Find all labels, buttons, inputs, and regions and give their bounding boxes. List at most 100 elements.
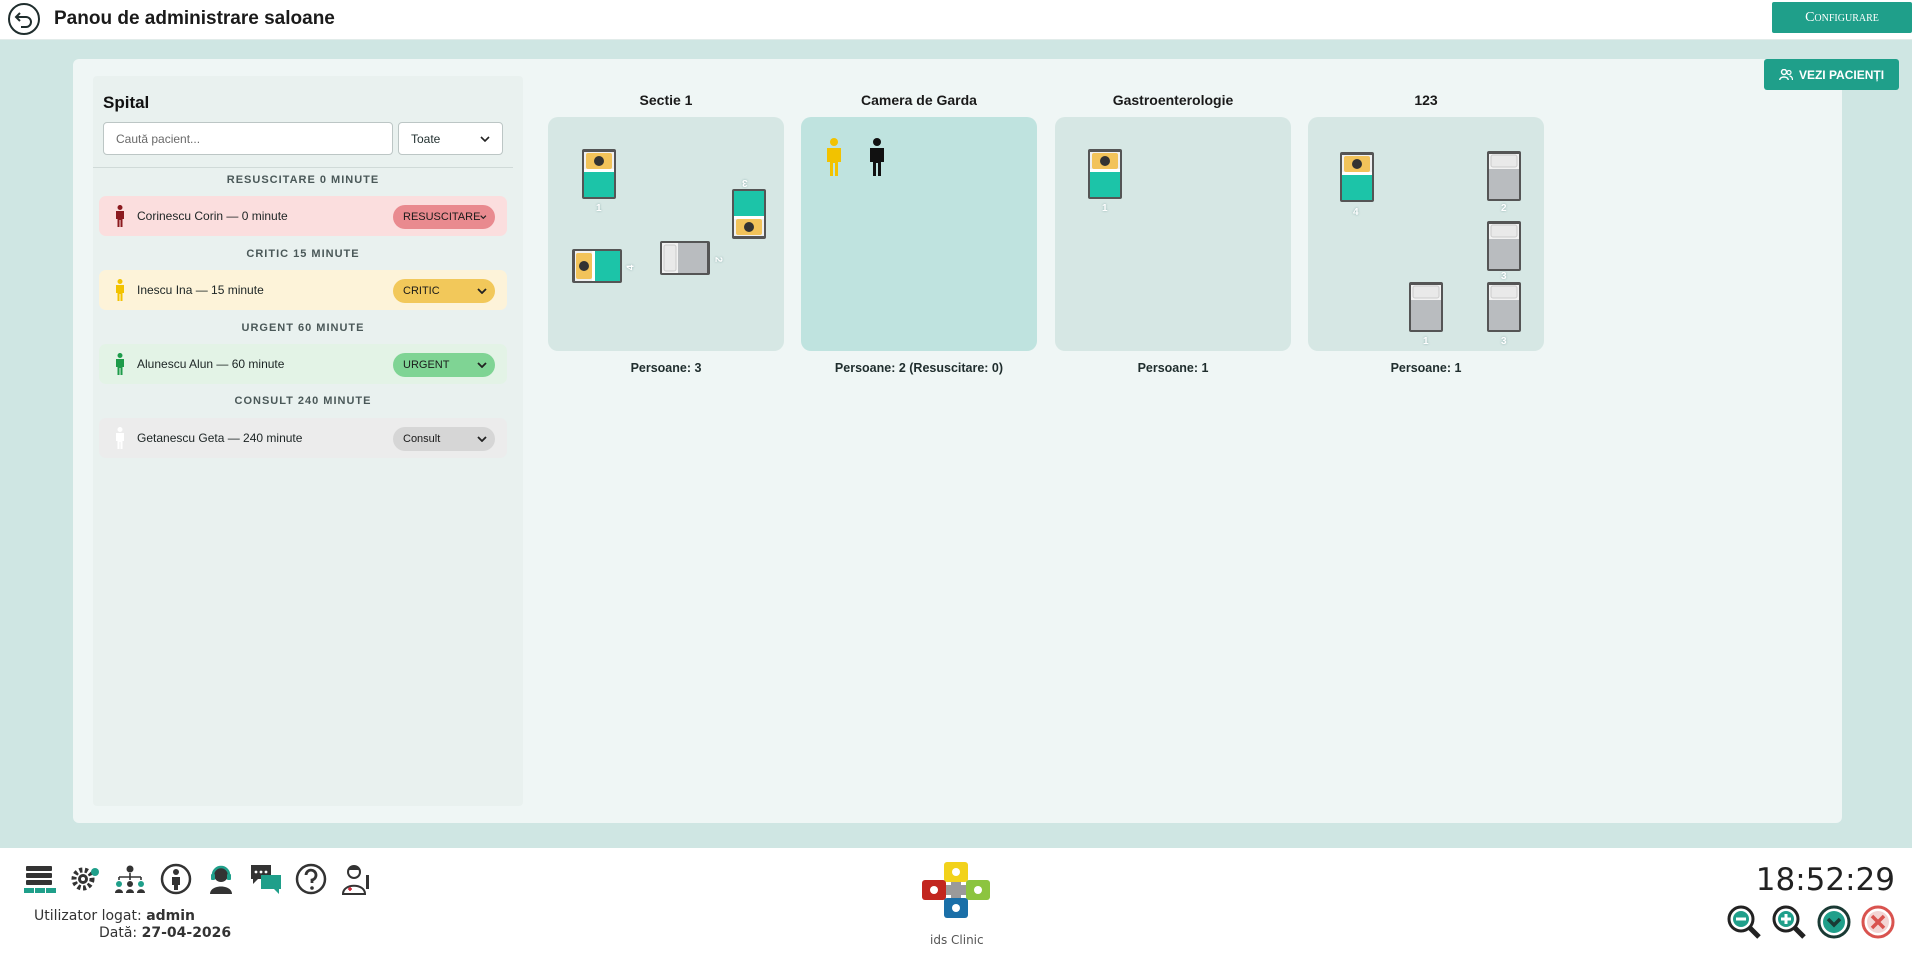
chevron-down-icon xyxy=(477,288,487,294)
zoom-out-button[interactable] xyxy=(1726,904,1762,940)
user-label: Utilizator logat: xyxy=(34,908,142,924)
room-camera-de-garda[interactable] xyxy=(801,117,1037,351)
bed-number: 4 xyxy=(1353,207,1359,218)
priority-group-header: CONSULT 240 MINUTE xyxy=(234,395,372,407)
bed-occupied-icon[interactable] xyxy=(732,189,766,239)
chevron-down-icon xyxy=(477,436,487,442)
view-patients-button[interactable]: VEZI PACIENȚI xyxy=(1764,59,1899,90)
bed-empty-icon[interactable] xyxy=(1487,221,1521,271)
close-icon xyxy=(1861,905,1895,939)
status-select[interactable]: CRITIC xyxy=(393,279,495,303)
back-button[interactable] xyxy=(8,3,40,35)
room-123[interactable]: 4 2 3 1 3 xyxy=(1308,117,1544,351)
bed-empty-icon[interactable] xyxy=(1409,282,1443,332)
priority-filter-select[interactable]: Toate xyxy=(398,122,503,155)
bed-number: 2 xyxy=(712,256,724,263)
current-date: Dată: 27-04-2026 xyxy=(99,925,231,941)
zoom-in-icon xyxy=(1772,905,1806,939)
status-value: RESUSCITARE xyxy=(403,211,481,223)
bed-occupied-icon[interactable] xyxy=(1340,152,1374,202)
bed-number: 2 xyxy=(1501,203,1507,214)
patient-row[interactable]: Alunescu Alun — 60 minute URGENT xyxy=(99,344,507,384)
priority-group-header: CRITIC 15 MINUTE xyxy=(246,248,360,260)
room-count-camera-de-garda: Persoane: 2 (Resuscitare: 0) xyxy=(834,361,1004,375)
patient-row[interactable]: Corinescu Corin — 0 minute RESUSCITARE xyxy=(99,196,507,236)
date-label: Dată: xyxy=(99,925,138,941)
configure-button[interactable]: Configurare xyxy=(1772,2,1912,33)
status-select[interactable]: URGENT xyxy=(393,353,495,377)
status-select[interactable]: Consult xyxy=(393,427,495,451)
date-value: 27-04-2026 xyxy=(141,925,232,941)
room-count-sectie-1: Persoane: 3 xyxy=(630,361,702,375)
chevron-down-icon xyxy=(480,135,490,142)
bed-number: 3 xyxy=(742,177,748,188)
back-arrow-icon xyxy=(14,12,32,28)
patient-name: Alunescu Alun — 60 minute xyxy=(137,357,285,371)
bed-number: 1 xyxy=(1102,203,1108,214)
patient-search-input[interactable] xyxy=(103,122,393,155)
ids-clinic-logo xyxy=(922,862,990,918)
doctor-icon[interactable] xyxy=(338,861,374,897)
bed-occupied-icon[interactable] xyxy=(582,149,616,199)
bed-empty-icon[interactable] xyxy=(660,241,710,275)
sidebar-divider xyxy=(93,167,513,168)
bed-number: 4 xyxy=(625,264,637,271)
zoom-in-button[interactable] xyxy=(1771,904,1807,940)
logged-user: Utilizator logat: admin xyxy=(34,908,195,924)
chevron-down-icon xyxy=(477,362,487,368)
room-count-gastroenterologie: Persoane: 1 xyxy=(1137,361,1209,375)
bed-occupied-icon[interactable] xyxy=(1088,149,1122,199)
bed-number: 1 xyxy=(596,203,602,214)
room-title-camera-de-garda: Camera de Garda xyxy=(861,92,977,108)
page-title: Panou de administrare saloane xyxy=(54,8,335,29)
person-black-icon[interactable] xyxy=(868,138,886,176)
patient-name: Corinescu Corin — 0 minute xyxy=(137,209,288,223)
chevron-down-icon xyxy=(480,215,487,220)
patient-row[interactable]: Getanescu Geta — 240 minute Consult xyxy=(99,418,507,458)
bed-empty-icon[interactable] xyxy=(1487,151,1521,201)
zoom-out-icon xyxy=(1727,905,1761,939)
room-title-123: 123 xyxy=(1414,92,1438,108)
user-value: admin xyxy=(146,908,196,924)
org-chart-icon[interactable] xyxy=(112,861,148,897)
support-agent-icon[interactable] xyxy=(203,861,239,897)
filter-value: Toate xyxy=(411,131,441,146)
bed-occupied-icon[interactable] xyxy=(572,249,622,283)
room-gastroenterologie[interactable]: 1 xyxy=(1055,117,1291,351)
person-yellow-icon[interactable] xyxy=(825,138,843,176)
chevron-down-circle-icon xyxy=(1817,905,1851,939)
status-value: Consult xyxy=(403,433,441,445)
person-icon xyxy=(116,205,124,227)
footer-bar: Utilizator logat: admin Dată: 27-04-2026… xyxy=(0,848,1912,962)
bed-number: 3 xyxy=(1501,336,1507,347)
sidebar-title: Spital xyxy=(103,93,150,112)
patient-name: Getanescu Geta — 240 minute xyxy=(137,431,303,445)
priority-group-header: RESUSCITARE 0 MINUTE xyxy=(226,174,380,186)
status-value: URGENT xyxy=(403,359,450,371)
minimize-button[interactable] xyxy=(1816,904,1852,940)
logo-text: ids Clinic xyxy=(930,933,984,947)
person-icon xyxy=(116,353,124,375)
top-bar: Panou de administrare saloane Configurar… xyxy=(0,0,1912,40)
room-sectie-1[interactable]: 1 3 2 4 xyxy=(548,117,784,351)
settings-icon[interactable] xyxy=(67,861,103,897)
room-title-gastroenterologie: Gastroenterologie xyxy=(1112,92,1234,108)
status-value: CRITIC xyxy=(403,285,440,297)
chat-icon[interactable] xyxy=(248,861,284,897)
patient-row[interactable]: Inescu Ina — 15 minute CRITIC xyxy=(99,270,507,310)
bed-number: 1 xyxy=(1423,336,1429,347)
room-title-sectie-1: Sectie 1 xyxy=(639,92,693,108)
view-patients-label: VEZI PACIENȚI xyxy=(1798,67,1885,82)
clock: 18:52:29 xyxy=(1755,862,1895,898)
bed-empty-icon[interactable] xyxy=(1487,282,1521,332)
status-select[interactable]: RESUSCITARE xyxy=(393,205,495,229)
patient-name: Inescu Ina — 15 minute xyxy=(137,283,264,297)
help-icon[interactable] xyxy=(293,861,329,897)
users-icon xyxy=(1779,68,1793,80)
room-count-123: Persoane: 1 xyxy=(1390,361,1462,375)
close-button[interactable] xyxy=(1860,904,1896,940)
person-icon xyxy=(116,427,124,449)
network-icon[interactable] xyxy=(22,861,58,897)
priority-group-header: URGENT 60 MINUTE xyxy=(241,322,365,334)
person-info-icon[interactable] xyxy=(158,861,194,897)
